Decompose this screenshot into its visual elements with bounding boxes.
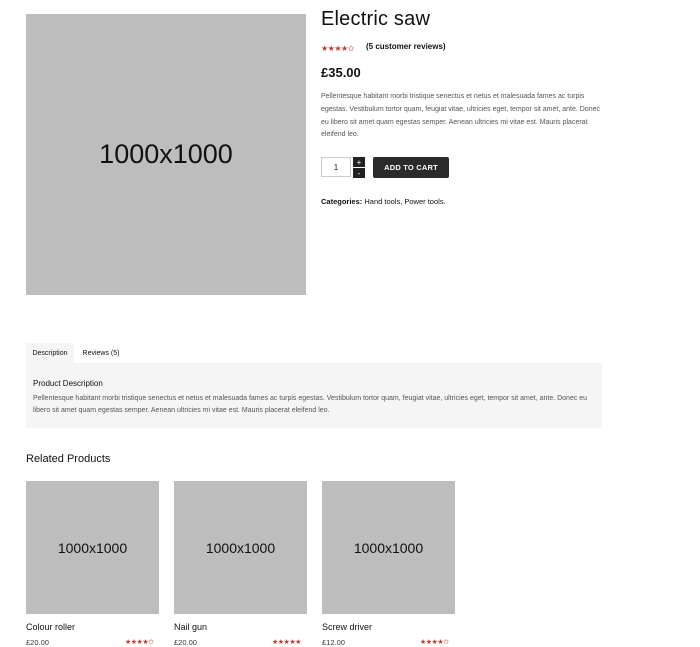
related-product-price: £12.00 [322,638,345,647]
image-placeholder-label: 1000x1000 [99,139,233,169]
panel-title: Product Description [33,379,103,388]
related-product-name[interactable]: Screw driver [322,622,372,632]
related-product-name[interactable]: Nail gun [174,622,207,632]
quantity-decrement-button[interactable]: - [353,168,365,178]
image-placeholder-label: 1000x1000 [57,539,128,556]
related-product-image[interactable]: 1000x1000 [26,481,159,614]
quantity-input[interactable]: 1 [321,157,351,177]
add-to-cart-button[interactable]: ADD TO CART [373,157,449,178]
related-products-title: Related Products [26,453,111,465]
product-main-image[interactable]: 1000x1000 [26,14,306,295]
related-product-image[interactable]: 1000x1000 [174,481,307,614]
product-price: £35.00 [321,65,361,80]
product-title: Electric saw [321,8,431,30]
tab-reviews[interactable]: Reviews (5) [76,343,126,363]
image-placeholder-label: 1000x1000 [353,539,424,556]
image-placeholder-label: 1000x1000 [205,539,276,556]
short-description: Pellentesque habitant morbi tristique se… [321,93,600,139]
tab-description[interactable]: Description [26,343,74,363]
quantity-increment-button[interactable]: + [353,157,365,167]
related-product-name[interactable]: Colour roller [26,622,75,632]
related-product-price: £20.00 [26,638,49,647]
quantity-value: 1 [333,162,339,172]
customer-reviews-link[interactable]: (5 customer reviews) [366,42,446,51]
categories-label: Categories: [321,197,363,206]
related-product-image[interactable]: 1000x1000 [322,481,455,614]
related-product-price: £20.00 [174,638,197,647]
categories-links[interactable]: Hand tools, Power tools. [364,197,445,206]
panel-text: Pellentesque habitant morbi tristique se… [33,395,588,414]
product-categories: Categories: Hand tools, Power tools. [321,197,446,206]
rating-stars-icon: ★★★★✩ [321,44,354,53]
